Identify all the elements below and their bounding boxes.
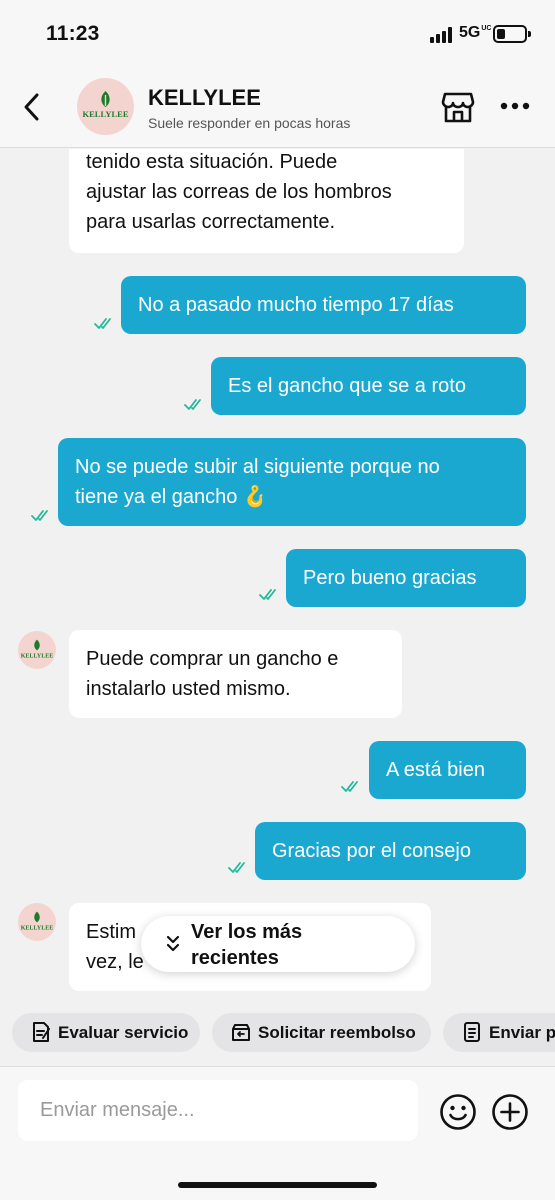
status-bar: 11:23 5GUC	[0, 0, 555, 68]
quick-action-label: Evaluar servicio	[58, 1023, 189, 1042]
kellylee-logo: KELLYLEE	[21, 639, 53, 660]
read-receipt-icon	[31, 510, 48, 521]
jump-to-latest-label: Ver los más recientes	[191, 921, 303, 969]
outgoing-message[interactable]: Es el gancho que se a roto	[211, 357, 526, 415]
more-icon[interactable]	[500, 102, 530, 110]
svg-text:KELLYLEE: KELLYLEE	[83, 109, 129, 119]
network-label: 5GUC	[459, 24, 492, 42]
message-line: instalarlo usted mismo.	[86, 678, 291, 700]
outgoing-message[interactable]: A está bien	[369, 741, 526, 799]
outgoing-message[interactable]: Gracias por el consejo	[255, 822, 526, 880]
message-line: No a pasado mucho tiempo 17 días	[138, 294, 454, 316]
message-line: Gracias por el consejo	[272, 840, 471, 862]
message-line: A está bien	[386, 759, 485, 781]
shop-avatar[interactable]: KELLYLEE	[77, 78, 134, 135]
status-time: 11:23	[46, 22, 100, 45]
plus-icon[interactable]	[491, 1093, 529, 1131]
shop-name[interactable]: KELLYLEE	[148, 85, 261, 111]
message-input[interactable]	[18, 1080, 418, 1141]
outgoing-message[interactable]: No a pasado mucho tiempo 17 días	[121, 276, 526, 334]
kellylee-logo: KELLYLEE	[21, 911, 53, 932]
quick-action-review[interactable]: Evaluar servicio	[12, 1013, 200, 1052]
quick-action-refund[interactable]: Solicitar reembolso	[212, 1013, 431, 1052]
message-line: ajustar las correas de los hombros	[86, 181, 392, 203]
chat-header: KELLYLEE KELLYLEE Suele responder en poc…	[0, 68, 555, 148]
read-receipt-icon	[341, 781, 358, 792]
refund-icon	[232, 1024, 250, 1041]
network-suffix: UC	[481, 25, 492, 32]
shop-avatar[interactable]: KELLYLEE	[18, 903, 56, 941]
chevron-left-icon[interactable]	[20, 92, 44, 122]
quick-action-label: Enviar pe	[489, 1023, 555, 1042]
battery-tip	[528, 31, 531, 37]
svg-text:KELLYLEE: KELLYLEE	[21, 926, 53, 932]
incoming-message[interactable]: Puede comprar un gancho e instalarlo ust…	[69, 630, 402, 718]
kellylee-logo: KELLYLEE	[83, 91, 129, 119]
review-icon	[33, 1022, 50, 1042]
message-line: No se puede subir al siguiente porque no	[75, 456, 440, 478]
shop-avatar[interactable]: KELLYLEE	[18, 631, 56, 669]
message-line: Es el gancho que se a roto	[228, 375, 466, 397]
response-time-status: Suele responder en pocas horas	[148, 115, 351, 131]
message-line: tenido esta situación. Puede	[86, 151, 338, 173]
message-line: para usarlas correctamente.	[86, 211, 336, 233]
message-list[interactable]: tenido esta situación. Puede ajustar las…	[0, 149, 555, 995]
incoming-message[interactable]: tenido esta situación. Puede ajustar las…	[69, 149, 464, 253]
read-receipt-icon	[259, 589, 276, 600]
double-chevron-down-icon	[166, 935, 180, 952]
network-type: 5G	[459, 24, 481, 41]
jump-to-latest-button[interactable]: Ver los más recientes	[141, 916, 415, 972]
message-line: tiene ya el gancho 🪝	[75, 486, 268, 508]
quick-action-send-order[interactable]: Enviar pe	[443, 1013, 555, 1052]
home-indicator	[178, 1182, 377, 1188]
outgoing-message[interactable]: No se puede subir al siguiente porque no…	[58, 438, 526, 526]
emoji-icon[interactable]	[439, 1093, 477, 1131]
outgoing-message[interactable]: Pero bueno gracias	[286, 549, 526, 607]
read-receipt-icon	[228, 862, 245, 873]
storefront-icon[interactable]	[441, 90, 475, 124]
order-icon	[464, 1022, 480, 1042]
signal-icon	[430, 27, 456, 43]
message-composer	[0, 1066, 555, 1200]
svg-text:KELLYLEE: KELLYLEE	[21, 654, 53, 660]
quick-action-label: Solicitar reembolso	[258, 1023, 416, 1042]
message-line: Puede comprar un gancho e	[86, 648, 339, 670]
read-receipt-icon	[184, 399, 201, 410]
read-receipt-icon	[94, 318, 111, 329]
message-line: Pero bueno gracias	[303, 567, 477, 589]
battery-icon	[493, 25, 527, 43]
